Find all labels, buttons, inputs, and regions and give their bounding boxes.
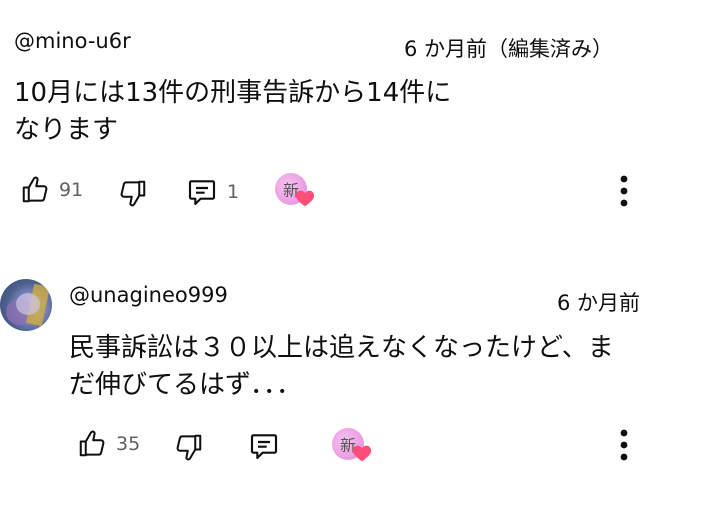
comment-timestamp[interactable]: 6 か月前 (557, 287, 640, 317)
avatar[interactable] (0, 279, 52, 331)
reply-button[interactable] (248, 430, 280, 462)
creator-heart-icon[interactable]: 新 (332, 428, 378, 468)
heart-icon (352, 445, 372, 462)
like-count: 35 (116, 433, 141, 455)
comment-text-line: だ伸びてるはず．．． (69, 370, 302, 400)
comment-text-line: 民事訴訟は３０以上は追えなくなったけど、ま (69, 333, 614, 363)
more-vert-icon[interactable] (612, 425, 636, 465)
comment-2: @unagineo999 6 か月前 民事訴訟は３０以上は追えなくなったけど、ま… (0, 0, 704, 528)
comment-text: 民事訴訟は３０以上は追えなくなったけど、ま だ伸びてるはず．．． (69, 330, 614, 404)
comment-author-handle[interactable]: @unagineo999 (69, 283, 228, 307)
thumbs-up-icon (77, 429, 107, 459)
comment-icon (248, 430, 280, 462)
thumbs-down-icon (174, 432, 204, 462)
like-button[interactable]: 35 (77, 429, 140, 459)
dislike-button[interactable] (174, 432, 204, 462)
